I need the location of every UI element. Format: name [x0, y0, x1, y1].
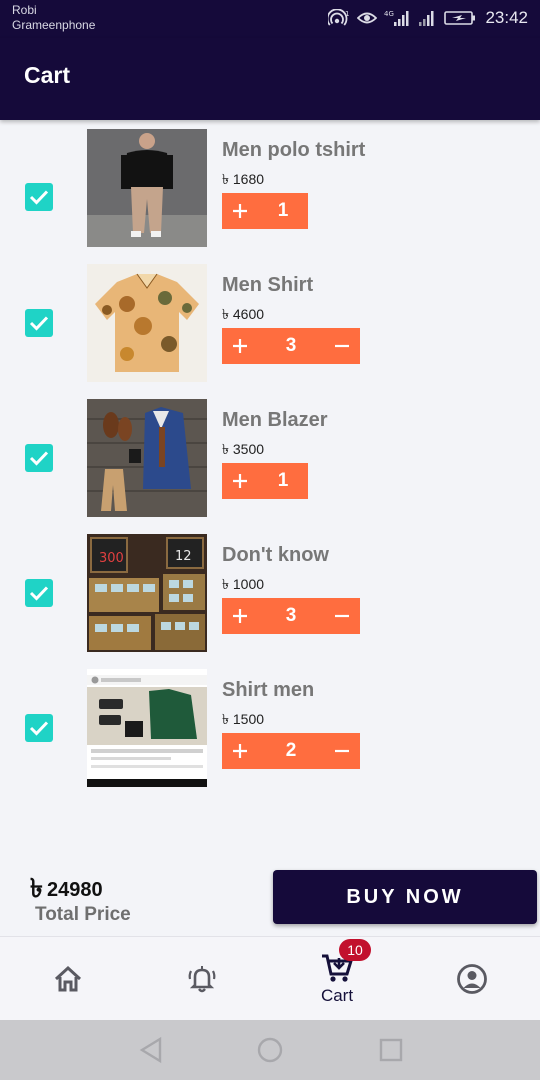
- quantity-stepper: 2: [222, 733, 360, 769]
- nav-profile[interactable]: [452, 937, 492, 1021]
- item-checkbox[interactable]: [25, 444, 53, 472]
- product-name: Don't know: [222, 544, 329, 566]
- product-price: ৳ 1000: [222, 576, 265, 592]
- eye-icon: [357, 12, 378, 24]
- product-image[interactable]: [87, 129, 207, 247]
- cart-item: Men Blazer ৳ 3500 1: [0, 399, 540, 524]
- product-name: Shirt men: [222, 679, 315, 701]
- page-title: Cart: [24, 62, 71, 88]
- system-home-button[interactable]: [256, 1036, 284, 1069]
- nav-notifications[interactable]: [182, 937, 222, 1021]
- product-image[interactable]: [87, 399, 207, 517]
- system-nav-bar: [0, 1020, 540, 1080]
- decrease-button[interactable]: [324, 328, 360, 364]
- battery-icon: [444, 11, 476, 25]
- product-price: ৳ 3500: [222, 441, 265, 457]
- increase-button[interactable]: [222, 328, 258, 364]
- signal-icon: [419, 11, 434, 26]
- product-price: ৳ 1500: [222, 711, 265, 727]
- product-image[interactable]: [87, 669, 207, 787]
- hotspot-icon: 1: [328, 9, 350, 26]
- carrier-2: Grameenphone: [12, 18, 96, 32]
- currency-symbol: ৳: [222, 441, 229, 457]
- account-circle-icon: [457, 964, 487, 994]
- item-checkbox[interactable]: [25, 579, 53, 607]
- buy-now-button[interactable]: BUY NOW: [273, 870, 537, 924]
- quantity-stepper: 3: [222, 598, 360, 634]
- cart-item: 300 12 Don't know ৳ 1000 3: [0, 534, 540, 659]
- product-image[interactable]: 300 12: [87, 534, 207, 652]
- quantity-value: 1: [277, 470, 289, 491]
- check-icon: [29, 721, 49, 736]
- product-name: Men polo tshirt: [222, 139, 366, 161]
- quantity-value: 3: [285, 335, 297, 356]
- check-icon: [29, 451, 49, 466]
- product-price: ৳ 4600: [222, 306, 265, 322]
- back-triangle-icon: [139, 1036, 162, 1064]
- total-value: 24980: [46, 878, 103, 901]
- decrease-button[interactable]: [324, 733, 360, 769]
- clock: 23:42: [485, 8, 528, 27]
- cart-item: Men Shirt ৳ 4600 3: [0, 264, 540, 389]
- currency-symbol: ৳: [222, 576, 229, 592]
- increase-button[interactable]: [222, 463, 258, 499]
- increase-button[interactable]: [222, 733, 258, 769]
- system-recents-button[interactable]: [378, 1036, 404, 1069]
- currency-symbol: ৳: [222, 306, 229, 322]
- increase-button[interactable]: [222, 193, 258, 229]
- cart-item: Men polo tshirt ৳ 1680 1: [0, 129, 540, 254]
- check-icon: [29, 190, 49, 205]
- currency-symbol: ৳: [222, 711, 229, 727]
- quantity-stepper: 1: [222, 463, 308, 499]
- check-icon: [29, 316, 49, 331]
- quantity-stepper: 3: [222, 328, 360, 364]
- item-checkbox[interactable]: [25, 309, 53, 337]
- svg-text:12: 12: [175, 549, 192, 564]
- svg-text:1: 1: [345, 10, 349, 18]
- plus-icon: [233, 204, 247, 218]
- decrease-button[interactable]: [324, 598, 360, 634]
- nav-cart-label: Cart: [320, 986, 354, 1005]
- plus-icon: [233, 609, 247, 623]
- bell-ringing-icon: [188, 966, 216, 993]
- quantity-stepper: 1: [222, 193, 308, 229]
- recents-square-icon: [379, 1038, 403, 1062]
- minus-icon: [335, 749, 349, 753]
- item-checkbox[interactable]: [25, 714, 53, 742]
- home-circle-icon: [257, 1037, 283, 1063]
- svg-text:4G: 4G: [384, 10, 394, 18]
- nav-cart[interactable]: Cart 10: [312, 937, 371, 1021]
- home-icon: [54, 965, 82, 992]
- status-bar: Robi Grameenphone 1 4G 23:42: [0, 0, 540, 38]
- system-back-button[interactable]: [138, 1036, 164, 1069]
- minus-icon: [335, 344, 349, 348]
- app-bar: Cart: [0, 38, 540, 120]
- signal-4g-icon: 4G: [384, 10, 409, 26]
- quantity-value: 3: [285, 605, 297, 626]
- product-price: ৳ 1680: [222, 171, 265, 187]
- minus-icon: [335, 614, 349, 618]
- carrier-info: Robi Grameenphone: [12, 3, 95, 33]
- cart-badge: 10: [339, 939, 371, 961]
- increase-button[interactable]: [222, 598, 258, 634]
- product-image[interactable]: [87, 264, 207, 382]
- check-icon: [29, 586, 49, 601]
- quantity-value: 2: [285, 740, 297, 761]
- plus-icon: [233, 744, 247, 758]
- carrier-1: Robi: [12, 3, 37, 17]
- currency-symbol: ৳: [222, 171, 229, 187]
- product-name: Men Blazer: [222, 409, 328, 431]
- quantity-value: 1: [277, 200, 289, 221]
- plus-icon: [233, 474, 247, 488]
- item-checkbox[interactable]: [25, 183, 53, 211]
- nav-home[interactable]: [48, 937, 88, 1021]
- svg-text:300: 300: [99, 551, 124, 566]
- total-label: Total Price: [35, 904, 131, 925]
- bottom-nav: Cart 10: [0, 936, 540, 1020]
- cart-item: Shirt men ৳ 1500 2: [0, 669, 540, 794]
- product-name: Men Shirt: [222, 274, 314, 296]
- plus-icon: [233, 339, 247, 353]
- status-icons: 1 4G 23:42: [328, 8, 528, 28]
